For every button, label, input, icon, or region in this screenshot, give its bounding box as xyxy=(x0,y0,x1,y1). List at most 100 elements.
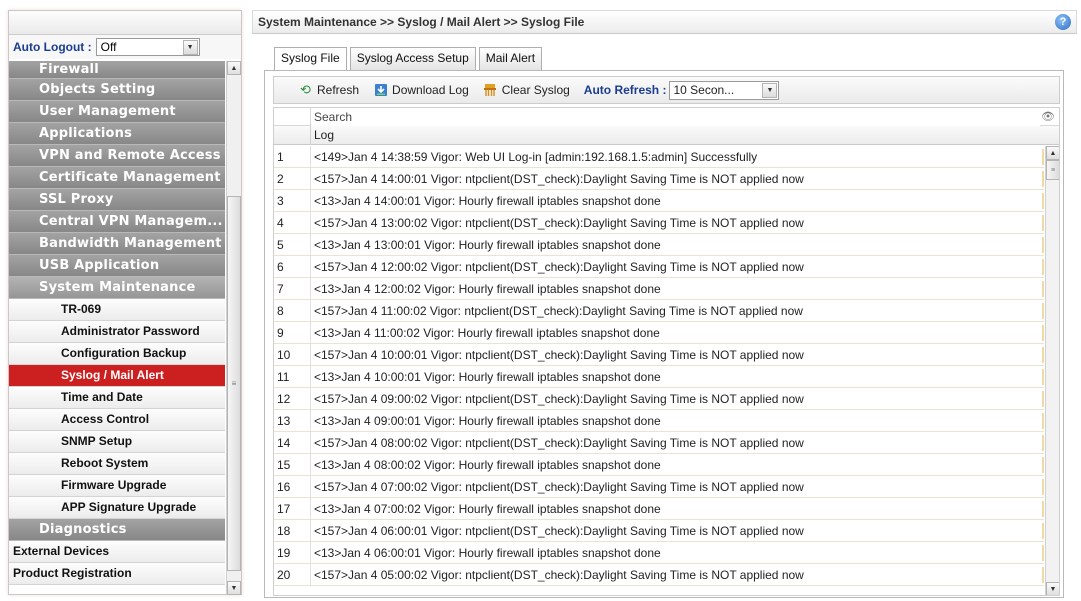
sidebar-item-user-management[interactable]: User Management xyxy=(9,101,225,123)
table-row[interactable]: 2 <157>Jan 4 14:00:01 Vigor: ntpclient(DS… xyxy=(274,168,1044,190)
sidebar-header xyxy=(9,11,241,35)
table-row[interactable]: 1 <149>Jan 4 14:38:59 Vigor: Web UI Log-i… xyxy=(274,146,1044,168)
sidebar-item-system-maintenance[interactable]: System Maintenance xyxy=(9,277,225,299)
sidebar-item-ssl-proxy[interactable]: SSL Proxy xyxy=(9,189,225,211)
refresh-icon: ⟲ xyxy=(300,82,311,97)
row-number: 9 xyxy=(277,326,284,340)
auto-refresh-value: 10 Secon... xyxy=(673,83,735,97)
sidebar-item-usb-application[interactable]: USB Application xyxy=(9,255,225,277)
sidebar-subitem-firmware-upgrade[interactable]: Firmware Upgrade xyxy=(9,475,225,497)
sidebar-subitem-reboot-system[interactable]: Reboot System xyxy=(9,453,225,475)
tab-syslog-file[interactable]: Syslog File xyxy=(274,47,347,71)
tab-bar: Syslog File Syslog Access Setup Mail Ale… xyxy=(274,47,545,71)
table-row[interactable]: 9 <13>Jan 4 11:00:02 Vigor: Hourly firewa… xyxy=(274,322,1044,344)
eye-icon[interactable]: 👁 xyxy=(1041,110,1055,123)
auto-logout-select[interactable]: Off ▼ xyxy=(95,38,200,56)
table-row[interactable]: 7 <13>Jan 4 12:00:02 Vigor: Hourly firewa… xyxy=(274,278,1044,300)
row-number: 1 xyxy=(277,150,284,164)
table-row[interactable]: 12 <157>Jan 4 09:00:02 Vigor: ntpclient(D… xyxy=(274,388,1044,410)
grid-scroll-thumb[interactable]: ≡ xyxy=(1046,160,1059,180)
auto-refresh-select[interactable]: 10 Secon... ▼ xyxy=(669,80,780,100)
search-row: 👁 xyxy=(274,108,1059,126)
scroll-down-icon[interactable]: ▼ xyxy=(1046,582,1059,595)
clear-icon xyxy=(483,83,498,97)
row-number: 17 xyxy=(277,502,291,516)
sidebar-subitem-app-signature-upgrade[interactable]: APP Signature Upgrade xyxy=(9,497,225,519)
sidebar-item-product-registration[interactable]: Product Registration xyxy=(9,563,225,585)
chevron-down-icon[interactable]: ▼ xyxy=(182,39,198,55)
log-text: <13>Jan 4 06:00:01 Vigor: Hourly firewal… xyxy=(310,542,1044,564)
sidebar-scrollbar[interactable]: ▲ ≡ ▼ xyxy=(226,61,241,595)
row-number: 6 xyxy=(277,260,284,274)
log-text: <13>Jan 4 12:00:02 Vigor: Hourly firewal… xyxy=(310,278,1044,300)
table-body: 1 <149>Jan 4 14:38:59 Vigor: Web UI Log-i… xyxy=(274,146,1044,586)
log-text: <157>Jan 4 07:00:02 Vigor: ntpclient(DST… xyxy=(310,476,1044,498)
scroll-up-icon[interactable]: ▲ xyxy=(227,61,241,75)
table-row[interactable]: 11 <13>Jan 4 10:00:01 Vigor: Hourly firew… xyxy=(274,366,1044,388)
clear-syslog-button[interactable]: Clear Syslog xyxy=(483,83,570,97)
row-number: 19 xyxy=(277,546,291,560)
table-row[interactable]: 4 <157>Jan 4 13:00:02 Vigor: ntpclient(DS… xyxy=(274,212,1044,234)
table-row[interactable]: 8 <157>Jan 4 11:00:02 Vigor: ntpclient(DS… xyxy=(274,300,1044,322)
sidebar-item-bandwidth-management[interactable]: Bandwidth Management xyxy=(9,233,225,255)
sidebar-subitem-configuration-backup[interactable]: Configuration Backup xyxy=(9,343,225,365)
log-text: <157>Jan 4 05:00:02 Vigor: ntpclient(DST… xyxy=(310,564,1044,586)
table-row[interactable]: 6 <157>Jan 4 12:00:02 Vigor: ntpclient(DS… xyxy=(274,256,1044,278)
auto-logout-label: Auto Logout : xyxy=(13,40,92,54)
help-icon[interactable]: ? xyxy=(1055,14,1071,30)
grid-scrollbar[interactable]: ▲ ≡ ▼ xyxy=(1045,146,1059,595)
row-number: 2 xyxy=(277,172,284,186)
refresh-button[interactable]: ⟲ Refresh xyxy=(298,82,359,97)
sidebar-subitem-time-and-date[interactable]: Time and Date xyxy=(9,387,225,409)
row-number: 18 xyxy=(277,524,291,538)
table-row[interactable]: 15 <13>Jan 4 08:00:02 Vigor: Hourly firew… xyxy=(274,454,1044,476)
table-row[interactable]: 10 <157>Jan 4 10:00:01 Vigor: ntpclient(D… xyxy=(274,344,1044,366)
row-number: 7 xyxy=(277,282,284,296)
table-row[interactable]: 20 <157>Jan 4 05:00:02 Vigor: ntpclient(D… xyxy=(274,564,1044,586)
log-text: <13>Jan 4 09:00:01 Vigor: Hourly firewal… xyxy=(310,410,1044,432)
download-log-label: Download Log xyxy=(392,83,469,97)
table-row[interactable]: 17 <13>Jan 4 07:00:02 Vigor: Hourly firew… xyxy=(274,498,1044,520)
clear-syslog-label: Clear Syslog xyxy=(501,83,570,97)
download-log-button[interactable]: Download Log xyxy=(373,83,469,97)
sidebar-item-central-vpn-management[interactable]: Central VPN Managem... xyxy=(9,211,225,233)
row-number: 10 xyxy=(277,348,291,362)
breadcrumb: System Maintenance >> Syslog / Mail Aler… xyxy=(258,15,585,29)
sidebar-subitem-access-control[interactable]: Access Control xyxy=(9,409,225,431)
column-header-log[interactable]: Log xyxy=(310,126,1050,145)
row-number: 14 xyxy=(277,436,291,450)
sidebar-item-certificate-management[interactable]: Certificate Management xyxy=(9,167,225,189)
tab-mail-alert[interactable]: Mail Alert xyxy=(478,47,543,70)
sidebar-subitem-administrator-password[interactable]: Administrator Password xyxy=(9,321,225,343)
scroll-down-icon[interactable]: ▼ xyxy=(227,581,241,595)
auto-logout-row: Auto Logout : Off ▼ xyxy=(9,35,241,59)
sidebar-item-firewall[interactable]: Firewall xyxy=(9,61,225,79)
sidebar-item-applications[interactable]: Applications xyxy=(9,123,225,145)
log-text: <13>Jan 4 11:00:02 Vigor: Hourly firewal… xyxy=(310,322,1044,344)
table-row[interactable]: 3 <13>Jan 4 14:00:01 Vigor: Hourly firewa… xyxy=(274,190,1044,212)
syslog-grid: 👁 Log 1 <149>Jan 4 14:38:59 Vigor: Web UI… xyxy=(273,107,1060,596)
table-row[interactable]: 13 <13>Jan 4 09:00:01 Vigor: Hourly firew… xyxy=(274,410,1044,432)
log-text: <13>Jan 4 08:00:02 Vigor: Hourly firewal… xyxy=(310,454,1044,476)
chevron-down-icon[interactable]: ▼ xyxy=(762,82,778,98)
auto-refresh-label: Auto Refresh : xyxy=(583,83,667,97)
table-row[interactable]: 16 <157>Jan 4 07:00:02 Vigor: ntpclient(D… xyxy=(274,476,1044,498)
table-row[interactable]: 14 <157>Jan 4 08:00:02 Vigor: ntpclient(D… xyxy=(274,432,1044,454)
sidebar-item-diagnostics[interactable]: Diagnostics xyxy=(9,519,225,541)
row-number: 8 xyxy=(277,304,284,318)
sidebar-item-external-devices[interactable]: External Devices xyxy=(9,541,225,563)
sidebar-item-vpn-remote-access[interactable]: VPN and Remote Access xyxy=(9,145,225,167)
sidebar-subitem-syslog-mail-alert[interactable]: Syslog / Mail Alert xyxy=(9,365,225,387)
table-row[interactable]: 19 <13>Jan 4 06:00:01 Vigor: Hourly firew… xyxy=(274,542,1044,564)
sidebar-scroll-thumb[interactable]: ≡ xyxy=(227,196,241,571)
table-row[interactable]: 18 <157>Jan 4 06:00:01 Vigor: ntpclient(D… xyxy=(274,520,1044,542)
sidebar-subitem-snmp-setup[interactable]: SNMP Setup xyxy=(9,431,225,453)
sidebar-subitem-tr069[interactable]: TR-069 xyxy=(9,299,225,321)
log-text: <13>Jan 4 10:00:01 Vigor: Hourly firewal… xyxy=(310,366,1044,388)
search-input[interactable] xyxy=(310,108,1040,126)
sidebar-menu: Firewall Objects Setting User Management… xyxy=(9,61,225,595)
sidebar-item-objects-setting[interactable]: Objects Setting xyxy=(9,79,225,101)
scroll-up-icon[interactable]: ▲ xyxy=(1046,146,1059,160)
table-row[interactable]: 5 <13>Jan 4 13:00:01 Vigor: Hourly firewa… xyxy=(274,234,1044,256)
tab-syslog-access-setup[interactable]: Syslog Access Setup xyxy=(349,47,476,70)
